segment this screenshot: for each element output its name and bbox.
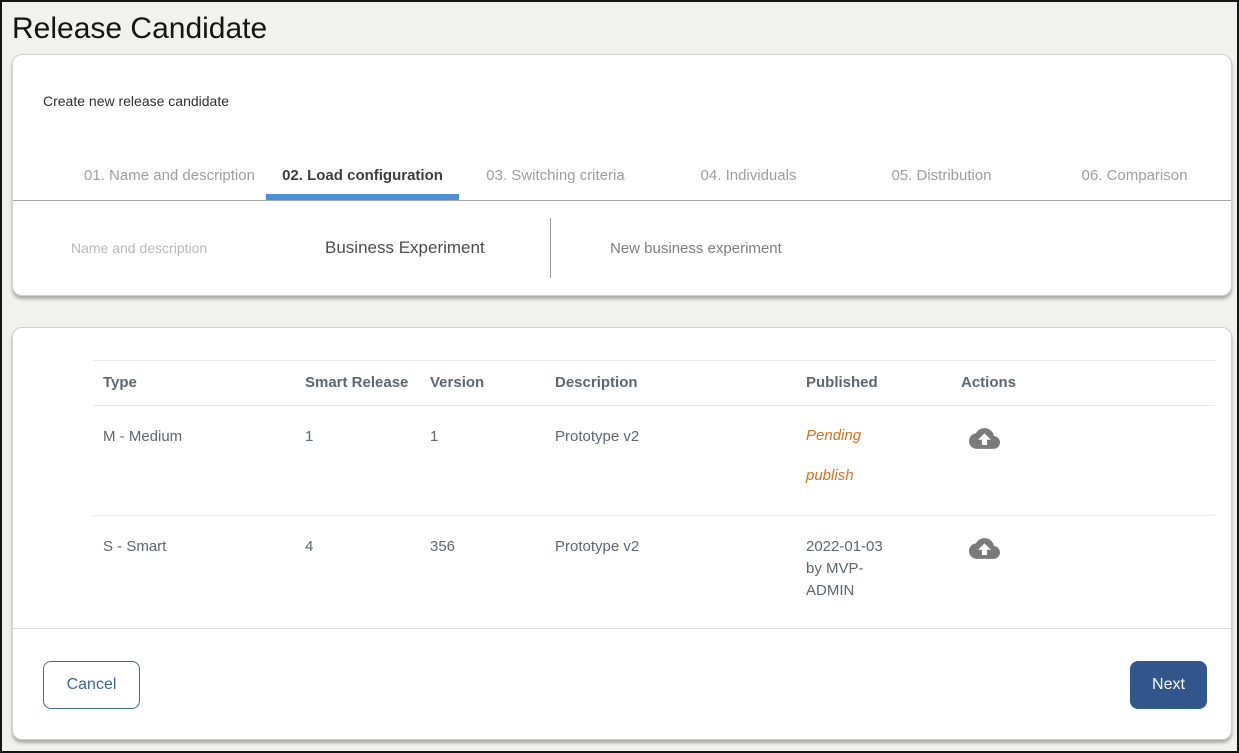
subtab-new-business-experiment[interactable]: New business experiment [610, 240, 782, 257]
publish-button[interactable] [961, 536, 1000, 564]
wizard-card: Create new release candidate 01. Name an… [12, 54, 1232, 296]
load-configuration-subtabs: Name and description Business Experiment… [13, 215, 1231, 281]
cell-published-status: Pending publish [796, 406, 951, 516]
cell-version: 1 [420, 406, 545, 516]
subtab-business-experiment[interactable]: Business Experiment [325, 238, 550, 258]
cell-type: M - Medium [93, 406, 295, 516]
table-header-row: Type Smart Release Version Description P… [93, 361, 1215, 406]
cancel-button[interactable]: Cancel [43, 661, 140, 709]
column-header-type: Type [93, 361, 295, 406]
wizard-step-tabs: 01. Name and description 02. Load config… [13, 159, 1231, 201]
release-candidates-table: Type Smart Release Version Description P… [93, 360, 1215, 610]
subtab-divider [550, 218, 551, 278]
release-table-card: Type Smart Release Version Description P… [12, 327, 1232, 740]
tab-comparison[interactable]: 06. Comparison [1038, 159, 1231, 200]
tab-distribution[interactable]: 05. Distribution [845, 159, 1038, 200]
card-footer: Cancel Next [13, 628, 1231, 739]
subtab-name-and-description[interactable]: Name and description [71, 240, 325, 256]
column-header-actions: Actions [951, 361, 1215, 406]
column-header-published: Published [796, 361, 951, 406]
page-title: Release Candidate [12, 12, 267, 46]
tab-name-and-description[interactable]: 01. Name and description [73, 159, 266, 200]
cell-smart-release: 1 [295, 406, 420, 516]
wizard-heading: Create new release candidate [43, 93, 229, 109]
cell-published-status: 2022-01-03 by MVP-ADMIN [796, 516, 951, 610]
cell-smart-release: 4 [295, 516, 420, 610]
table-row: M - Medium 1 1 Prototype v2 Pending publ… [93, 406, 1215, 516]
cloud-upload-icon [969, 439, 1000, 454]
publish-button[interactable] [961, 426, 1000, 454]
table-row: S - Smart 4 356 Prototype v2 2022-01-03 … [93, 516, 1215, 610]
cell-type: S - Smart [93, 516, 295, 610]
column-header-smart-release: Smart Release [295, 361, 420, 406]
cell-actions [951, 406, 1215, 516]
column-header-version: Version [420, 361, 545, 406]
cloud-upload-icon [969, 549, 1000, 564]
next-button[interactable]: Next [1130, 661, 1207, 709]
tab-switching-criteria[interactable]: 03. Switching criteria [459, 159, 652, 200]
tab-load-configuration[interactable]: 02. Load configuration [266, 159, 459, 200]
cell-version: 356 [420, 516, 545, 610]
tab-individuals[interactable]: 04. Individuals [652, 159, 845, 200]
cell-description: Prototype v2 [545, 406, 796, 516]
cell-actions [951, 516, 1215, 610]
cell-description: Prototype v2 [545, 516, 796, 610]
column-header-description: Description [545, 361, 796, 406]
